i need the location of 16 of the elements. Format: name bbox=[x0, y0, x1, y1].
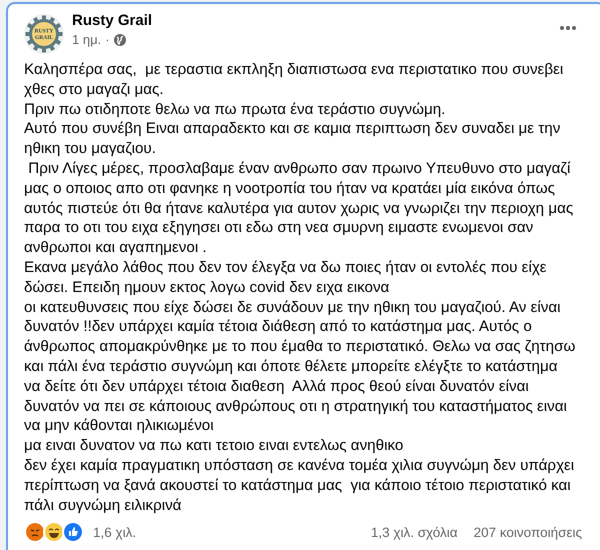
author-name[interactable]: Rusty Grail bbox=[72, 12, 548, 29]
reaction-count[interactable]: 1,6 χιλ. bbox=[93, 524, 136, 540]
share-count[interactable]: 207 κοινοποιήσεις bbox=[474, 524, 582, 540]
comment-count[interactable]: 1,3 χιλ. σχόλια bbox=[370, 524, 458, 540]
separator: · bbox=[105, 32, 110, 47]
post-text: Πριν πω οτιδηποτε θελω να πω πρωτα ένα τεράστιο συγνώμη. bbox=[24, 100, 446, 120]
like-icon[interactable] bbox=[62, 521, 84, 544]
laughing-emoji-icon[interactable] bbox=[43, 521, 65, 544]
post-time[interactable]: 1 ημ. bbox=[72, 32, 102, 47]
post-text: Καλησπέρα σας, με τεραστια εκπληξη διαπιστωσα ενα περιστατικο που συνεβει χθες στο μαγαζι μας. bbox=[24, 60, 564, 100]
angry-emoji-icon[interactable] bbox=[24, 521, 46, 544]
post-text: Πριν Λίγες μέρες, προσλαβαμε έναν ανθρωπο σαν πρωινο Υπευθυνο στο μαγαζί μας ο οποιος απο οτι φανηκε η νοοτροπία του ήταν να κρατάει μία εικόνα όπως αυτός πιστεύε ότι θα ήτανε καλυτέρα για αυτον χωρις να γνωριζει την περιοχη μας παρα το οτι του ειχα εξηγησει οτι εδω στη νεα σμυρνη ειμαστε ενωμενοι σαν ανθρωποι και αγαπημενοι . bbox=[24, 158, 574, 258]
globe-icon bbox=[114, 34, 126, 46]
post-text: μα ειναι δυνατον να πω κατι τετοιο ειναι εντελως ανηθικο bbox=[24, 436, 404, 456]
post-text: Αυτό που συνέβη Ειναι απαραδεκτο και σε καμια περιπτωση δεν συναδει με την ηθικη του μαγαζιου. bbox=[24, 119, 562, 159]
post-text: δεν έχει καμία πραγματικη υπόσταση σε κανένα τομέα χιλια συγνώμη δεν υπάρχει περίπτωση να ξανά ακουστεί το κατάστημα μας για κάποιο τέτοιο περιστατικό και πάλι συγνώμη ειλικρινά bbox=[24, 456, 576, 516]
